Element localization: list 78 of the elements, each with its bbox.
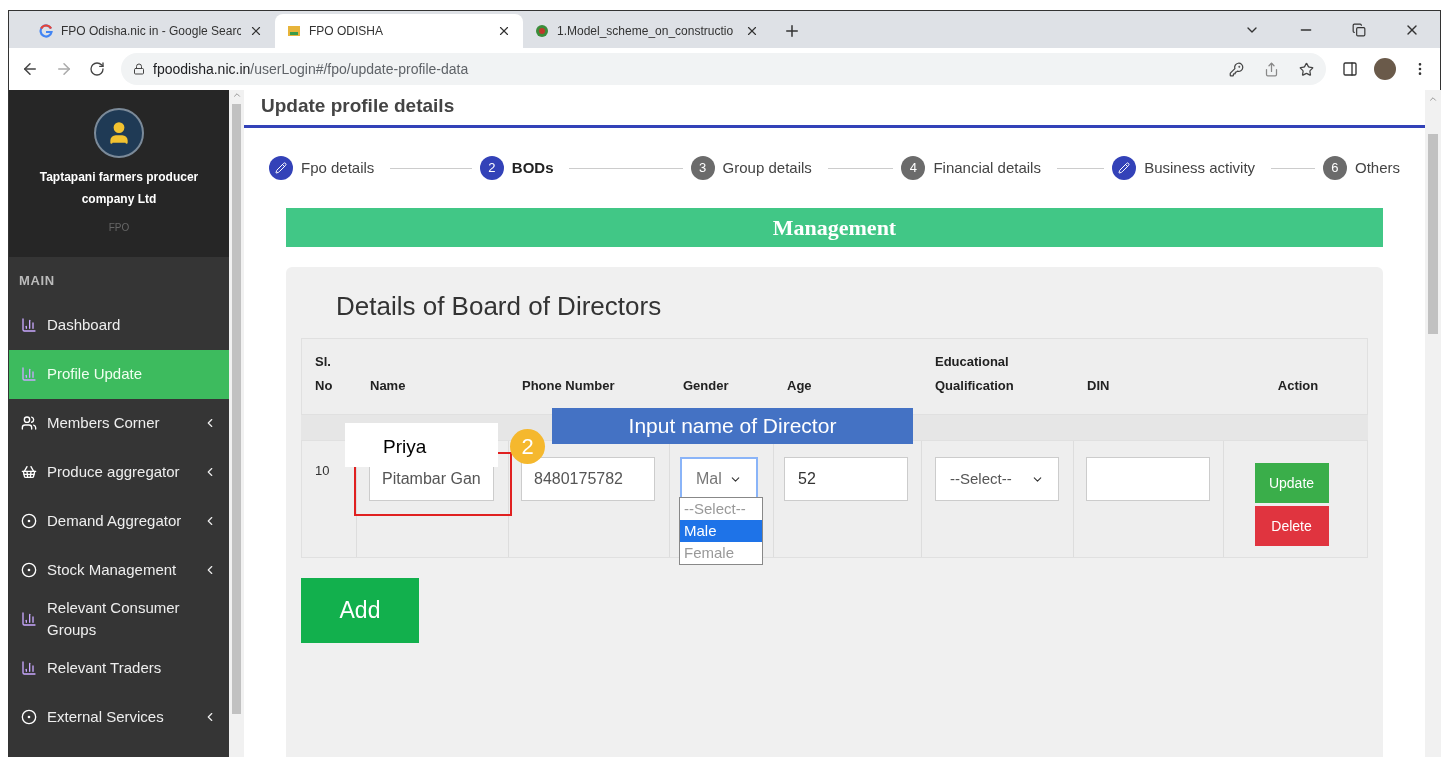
card-title: Details of Board of Directors [335, 290, 663, 323]
new-tab-icon[interactable] [783, 22, 801, 40]
lock-icon [133, 63, 145, 75]
back-icon[interactable] [21, 60, 39, 78]
browser-tab[interactable]: FPO ODISHA [275, 14, 523, 48]
step-number[interactable]: 3 [690, 156, 715, 180]
step-label[interactable]: Business activity [1144, 156, 1256, 180]
chart-icon [21, 317, 37, 333]
column-header: Educational Qualification [934, 353, 1015, 395]
step-number[interactable]: 2 [479, 156, 504, 180]
qualification-select[interactable]: --Select-- [935, 457, 1059, 501]
chart-icon [21, 660, 37, 676]
restore-icon[interactable] [1352, 23, 1366, 37]
column-header: Gender [682, 377, 730, 395]
name-tooltip: Priya [345, 423, 498, 467]
share-icon[interactable] [1264, 61, 1279, 77]
basket-icon [21, 464, 37, 480]
key-icon[interactable] [1229, 61, 1244, 77]
scroll-thumb[interactable] [1428, 134, 1438, 334]
column-header: Age [786, 377, 813, 395]
scrollbar[interactable] [1425, 90, 1441, 757]
section-banner: Management [286, 208, 1383, 247]
google-icon [39, 24, 53, 38]
text-field[interactable]: 8480175782 [521, 457, 655, 501]
sidebar-item[interactable]: Members Corner [9, 398, 229, 448]
din-field[interactable] [1086, 457, 1210, 501]
close-icon[interactable] [249, 24, 263, 38]
step-label[interactable]: BODs [511, 156, 554, 180]
tab-title: 1.Model_scheme_on_constructio [557, 23, 735, 40]
column-header: Name [369, 377, 407, 395]
column-header: Phone Number [521, 377, 616, 395]
page-heading: Update profile details [260, 94, 456, 118]
step-label[interactable]: Group details [722, 156, 812, 180]
close-icon[interactable] [745, 24, 759, 38]
chart-icon [21, 366, 37, 382]
delete-button[interactable]: Delete [1254, 506, 1329, 546]
sidebar-item[interactable]: Relevant Traders [9, 643, 229, 693]
address-bar[interactable]: fpoodisha.nic.in/userLogin#/fpo/update-profile-data [121, 53, 1326, 85]
age-field[interactable]: 52 [784, 457, 908, 501]
callout: Input name of Director [552, 408, 913, 444]
scrollbar[interactable] [229, 90, 244, 757]
reload-icon[interactable] [89, 61, 105, 77]
step-number[interactable]: 4 [901, 156, 926, 180]
column-header: Action [1276, 377, 1320, 395]
users-icon [21, 415, 37, 431]
url-text: fpoodisha.nic.in/userLogin#/fpo/update-profile-data [153, 59, 469, 79]
step-label[interactable]: Fpo details [301, 156, 375, 180]
dropdown-option[interactable]: Male [680, 520, 762, 542]
step-label[interactable]: Financial details [933, 156, 1041, 180]
sidebar-item[interactable]: External Services [9, 692, 229, 742]
step-edit-icon[interactable] [1112, 156, 1137, 180]
sidebar-item[interactable]: Demand Aggregator [9, 496, 229, 546]
circle-icon [21, 513, 37, 529]
circle-icon [21, 562, 37, 578]
bookmark-icon[interactable] [1299, 61, 1314, 77]
chart-icon [21, 611, 37, 627]
column-header: Sl. No [314, 353, 334, 395]
sidebar-item[interactable]: Stock Management [9, 545, 229, 595]
step-edit-icon[interactable] [269, 156, 293, 180]
tab-title: FPO ODISHA [309, 23, 384, 40]
org-type: FPO [108, 221, 130, 235]
sidebar-item[interactable]: Produce aggregator [9, 447, 229, 497]
site-icon [287, 24, 301, 38]
sidebar-item[interactable]: Relevant Consumer Groups [9, 594, 229, 644]
emblem-icon [535, 24, 549, 38]
org-name: Taptapani farmers producer company Ltd [38, 169, 200, 208]
avatar-icon [94, 108, 144, 158]
scroll-thumb[interactable] [232, 104, 241, 714]
section-label: MAIN [18, 272, 56, 290]
step-label[interactable]: Others [1355, 156, 1400, 180]
avatar-icon[interactable] [1374, 58, 1396, 80]
step-number[interactable]: 6 [1323, 156, 1347, 180]
sidebar-item[interactable]: Dashboard [9, 300, 229, 350]
browser-tab[interactable]: 1.Model_scheme_on_constructio [523, 14, 771, 48]
side-panel-icon[interactable] [1342, 61, 1358, 77]
column-header: DIN [1086, 377, 1111, 395]
close-icon[interactable] [497, 24, 511, 38]
circle-icon [21, 709, 37, 725]
